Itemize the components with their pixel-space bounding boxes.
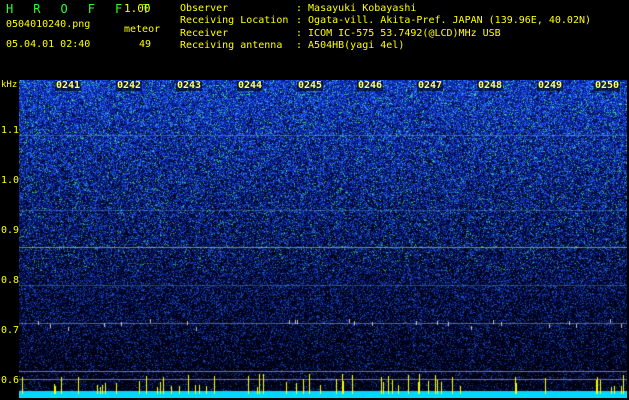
antenna-value: : A504HB(yagi 4el) (296, 40, 405, 51)
time-tick-label: 0243 (176, 80, 203, 91)
image-filename: 0504010240.png (6, 19, 91, 30)
location-value: : Ogata-vill. Akita-Pref. JAPAN (139.96E… (296, 15, 592, 26)
y-tick-label: 0.7 (1, 325, 20, 336)
antenna-label: Receiving antenna (180, 40, 283, 51)
time-tick-label: 0250 (594, 80, 621, 91)
observation-datetime: 05.04.01 02:40 (6, 39, 91, 50)
time-tick-label: 0248 (477, 80, 504, 91)
frequency-axis: kHz 1.1 1.0 0.9 0.8 0.7 0.6 (0, 78, 19, 400)
frequency-unit-label: kHz (1, 80, 18, 90)
meteor-label: meteor (124, 24, 161, 35)
header-panel: H R O F F T 1.00 0504010240.png meteor 0… (0, 0, 629, 78)
time-tick-label: 0246 (357, 80, 384, 91)
y-tick-label: 0.6 (1, 375, 20, 386)
location-label: Receiving Location (180, 15, 289, 26)
time-tick-label: 0244 (237, 80, 264, 91)
meteor-count: 49 (139, 39, 152, 50)
app-version: 1.00 (124, 2, 151, 15)
observer-label: Observer (180, 3, 229, 14)
observer-value: : Masayuki Kobayashi (296, 3, 417, 14)
y-tick-label: 1.1 (1, 125, 20, 136)
y-tick-label: 1.0 (1, 175, 20, 186)
time-tick-label: 0242 (116, 80, 143, 91)
time-tick-label: 0245 (297, 80, 324, 91)
receiver-label: Receiver (180, 28, 229, 39)
time-tick-label: 0249 (537, 80, 564, 91)
time-tick-label: 0247 (417, 80, 444, 91)
receiver-value: : ICOM IC-575 53.7492(@LCD)MHz USB (296, 28, 501, 39)
spectrogram-canvas (19, 80, 627, 398)
y-tick-label: 0.9 (1, 225, 20, 236)
y-tick-label: 0.8 (1, 275, 20, 286)
time-tick-label: 0241 (55, 80, 82, 91)
